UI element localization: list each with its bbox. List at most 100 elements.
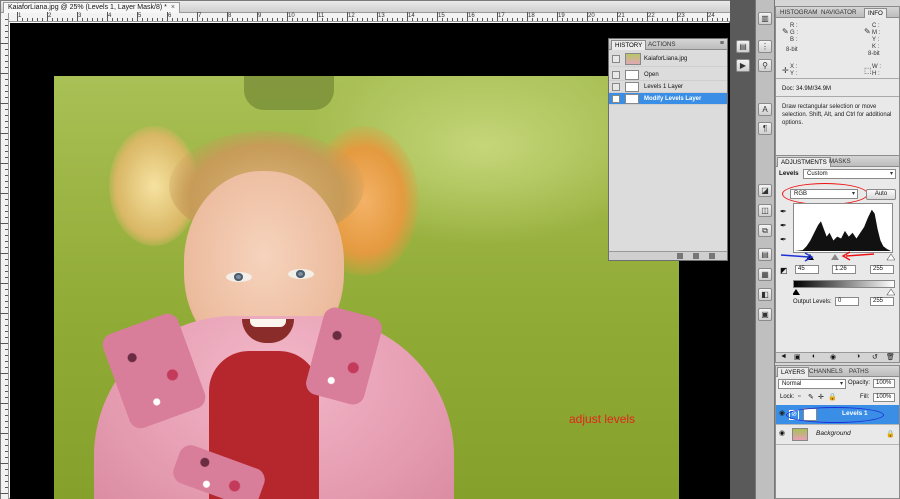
output-black-field[interactable]: 0 <box>835 297 859 306</box>
right-eye <box>288 269 314 279</box>
trash-icon[interactable] <box>709 253 715 259</box>
history-state-levels-layer[interactable]: Levels 1 Layer <box>609 81 727 93</box>
tab-paths[interactable]: PATHS <box>846 367 872 377</box>
trash-icon[interactable]: 🗑 <box>886 353 895 361</box>
close-icon[interactable]: × <box>171 4 175 11</box>
tab-info[interactable]: INFO <box>864 8 887 18</box>
ruler-tick <box>527 12 528 21</box>
ruler-tick <box>452 18 453 21</box>
input-white-field[interactable]: 255 <box>870 265 894 274</box>
lock-all-icon[interactable]: 🔒 <box>828 393 837 401</box>
layer-background[interactable]: ◉ Background 🔒 <box>776 425 899 445</box>
actions-panel-icon[interactable]: ▶ <box>736 59 750 72</box>
ruler-tick <box>487 18 488 21</box>
layer-name[interactable]: Background <box>816 430 851 437</box>
ruler-tick <box>5 181 8 182</box>
clipping-warning-icon[interactable]: ◩ <box>780 266 788 275</box>
history-snapshot[interactable]: KaiaforLiana.jpg <box>609 51 727 67</box>
layer-comps-icon[interactable]: ⧉ <box>758 224 772 237</box>
ruler-tick <box>5 67 8 68</box>
tab-navigator[interactable]: NAVIGATOR <box>818 8 859 18</box>
actions-mini-icon[interactable]: ▣ <box>758 308 772 321</box>
ruler-tick <box>307 18 308 21</box>
history-state-icon <box>625 70 639 80</box>
horizontal-ruler[interactable]: 1 2 3 4 5 6 7 8 9 10 11 12 13 14 15 16 17 18 19 20 21 22 23 24 <box>9 12 733 22</box>
ruler-tick <box>587 12 588 21</box>
opacity-field[interactable]: 100% <box>873 379 895 388</box>
ruler-tick <box>482 18 483 21</box>
blend-mode-select[interactable]: Normal <box>778 379 846 389</box>
paragraph-panel-icon[interactable]: ¶ <box>758 122 772 135</box>
gray-eyedropper-icon[interactable]: ✒ <box>780 221 787 230</box>
back-arrow-icon[interactable]: ◄ <box>780 353 787 360</box>
styles-panel-icon[interactable]: ◪ <box>758 184 772 197</box>
snapshot-source-checkbox[interactable] <box>612 55 620 63</box>
new-document-icon[interactable] <box>677 253 683 259</box>
ruler-tick <box>607 18 608 21</box>
ruler-tick <box>0 103 8 104</box>
output-black-slider[interactable] <box>793 289 800 295</box>
color-panel-icon[interactable]: ◧ <box>758 288 772 301</box>
ruler-tick <box>5 85 8 86</box>
white-point-slider[interactable] <box>886 253 895 261</box>
lock-transparency-icon[interactable]: ▫ <box>798 393 800 400</box>
ruler-tick <box>372 18 373 21</box>
auto-button[interactable]: Auto <box>866 189 896 200</box>
output-white-field[interactable]: 255 <box>870 297 894 306</box>
ruler-tick <box>222 18 223 21</box>
ruler-tick <box>167 12 168 21</box>
ruler-tick <box>5 109 8 110</box>
history-state-modify-levels[interactable]: Modify Levels Layer <box>609 93 727 105</box>
input-gamma-field[interactable]: 1.26 <box>832 265 856 274</box>
tool-presets-icon[interactable]: ▦ <box>758 268 772 281</box>
info-m: M : <box>872 30 881 36</box>
ruler-tick <box>5 37 8 38</box>
tab-histogram[interactable]: HISTOGRAM <box>777 8 820 18</box>
tab-masks[interactable]: MASKS <box>826 157 854 167</box>
ruler-tick <box>562 18 563 21</box>
ruler-tick <box>52 18 53 21</box>
ruler-tick <box>17 12 18 21</box>
tab-history[interactable]: HISTORY <box>611 40 647 50</box>
lock-pixels-icon[interactable]: ✎ <box>808 393 814 401</box>
view-previous-icon[interactable]: ◑ <box>856 353 860 360</box>
clone-source-icon[interactable]: ⚲ <box>758 59 772 72</box>
vertical-ruler[interactable] <box>0 13 9 499</box>
tab-channels[interactable]: CHANNELS <box>806 367 846 377</box>
history-brush-source-checkbox[interactable] <box>612 95 620 103</box>
expand-view-icon[interactable]: ▣ <box>794 353 801 361</box>
doc-size: Doc: 34.9M/34.9M <box>782 86 832 92</box>
visibility-eye-icon[interactable]: ◉ <box>830 353 836 361</box>
histogram-panel-icon[interactable]: ▥ <box>758 12 772 25</box>
swatches-panel-icon[interactable]: ◫ <box>758 204 772 217</box>
notes-panel-icon[interactable]: ▤ <box>758 248 772 261</box>
tab-adjustments[interactable]: ADJUSTMENTS <box>777 157 831 167</box>
ruler-tick <box>0 253 8 254</box>
panel-menu-icon[interactable]: ≡ <box>720 40 724 47</box>
reset-icon[interactable]: ↺ <box>872 353 878 361</box>
character-panel-icon[interactable]: A <box>758 103 772 116</box>
background-shadow <box>244 76 334 110</box>
tab-layers[interactable]: LAYERS <box>777 367 809 377</box>
output-level-sliders[interactable] <box>793 288 895 296</box>
visibility-eye-icon[interactable]: ◉ <box>779 430 787 438</box>
fill-field[interactable]: 100% <box>873 393 895 402</box>
history-state-open[interactable]: Open <box>609 69 727 81</box>
brush-panel-icon[interactable]: ⋮ <box>758 40 772 53</box>
clip-to-layer-icon[interactable]: ◐ <box>812 353 816 360</box>
preset-select[interactable]: Custom <box>803 169 896 179</box>
ruler-tick <box>632 18 633 21</box>
output-white-slider[interactable] <box>886 288 895 296</box>
camera-snapshot-icon[interactable] <box>693 253 699 259</box>
history-brush-source-checkbox[interactable] <box>612 71 620 79</box>
ruler-tick <box>272 18 273 21</box>
history-panel-icon[interactable]: ▤ <box>736 40 750 53</box>
white-eyedropper-icon[interactable]: ✒ <box>780 235 787 244</box>
tab-actions[interactable]: ACTIONS <box>645 40 679 50</box>
lock-position-icon[interactable]: ✛ <box>818 393 824 401</box>
black-eyedropper-icon[interactable]: ✒ <box>780 207 787 216</box>
input-black-field[interactable]: 45 <box>795 265 819 274</box>
document-tab[interactable]: KaiaforLiana.jpg @ 25% (Levels 1, Layer … <box>3 2 180 13</box>
ruler-tick <box>627 18 628 21</box>
history-brush-source-checkbox[interactable] <box>612 83 620 91</box>
